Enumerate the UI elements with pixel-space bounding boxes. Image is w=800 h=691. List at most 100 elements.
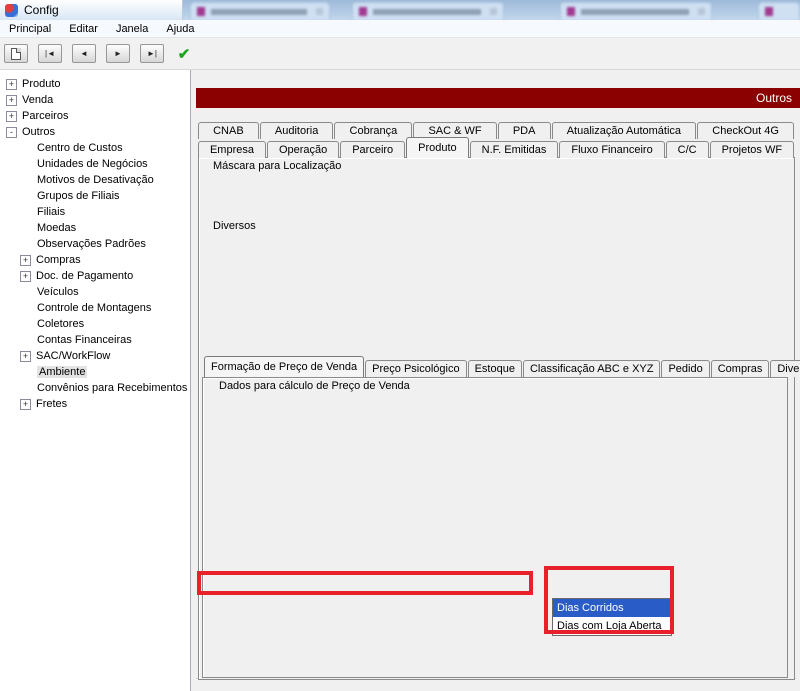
tree-item-label[interactable]: Filiais [37,206,65,218]
menu-bar: Principal Editar Janela Ajuda [0,20,800,38]
tree-item-compras[interactable]: + Compras [0,252,190,268]
tree-item-outros[interactable]: -Outros [0,124,190,140]
tree-item-label[interactable]: Parceiros [22,110,68,122]
expand-icon[interactable]: + [20,255,31,266]
window-title: Config [24,3,59,17]
menu-janela[interactable]: Janela [107,20,157,38]
tree-item-label[interactable]: Doc. de Pagamento [36,270,133,282]
tree-item-unidades-de-negocios[interactable]: Unidades de Negócios [0,156,190,172]
expand-icon[interactable]: + [20,271,31,282]
tab-fluxo-financeiro[interactable]: Fluxo Financeiro [559,141,664,158]
check-icon: ✔ [178,45,191,63]
prior-record-button[interactable]: ◄ [72,44,96,63]
section-header: Outros [196,88,800,108]
expand-icon[interactable]: + [20,399,31,410]
confirm-button[interactable]: ✔ [172,44,196,63]
tree-item-label[interactable]: Ambiente [37,366,87,378]
tree-item-label[interactable]: Veículos [37,286,79,298]
next-record-icon: ► [114,49,122,58]
navigation-tree: + Produto + Venda + Parceiros -Outros Centr… [0,70,191,691]
tree-item-label[interactable]: Outros [22,126,55,138]
inner-tab-row: Formação de Preço de Venda Preço Psicoló… [204,356,800,377]
tree-item-label[interactable]: Motivos de Desativação [37,174,154,186]
tree-item-label[interactable]: Fretes [36,398,67,410]
tree-item-filiais[interactable]: Filiais [0,204,190,220]
tree-item-label[interactable]: Moedas [37,222,76,234]
expand-icon[interactable]: + [6,79,17,90]
tab-formacao-preco-venda[interactable]: Formação de Preço de Venda [204,356,364,377]
collapse-icon[interactable]: - [6,127,17,138]
tab-pedido[interactable]: Pedido [661,360,709,377]
tree-item-label[interactable]: Centro de Custos [37,142,123,154]
tab-produto[interactable]: Produto [406,137,468,158]
tab-row-2: Empresa Operação Parceiro Produto N.F. E… [198,136,795,158]
tab-preco-psicologico[interactable]: Preço Psicológico [365,360,466,377]
tree-item-observacoes-padroes[interactable]: Observações Padrões [0,236,190,252]
tree-item-convenios[interactable]: Convênios para Recebimentos c [0,380,190,396]
tree-item-label[interactable]: Coletores [37,318,84,330]
tab-empresa[interactable]: Empresa [198,141,266,158]
diversos-group-title: Diversos [210,220,259,233]
fpv-group-title: Dados para cálculo de Preço de Venda [216,380,413,393]
expand-icon[interactable]: + [6,111,17,122]
expand-icon[interactable]: + [20,351,31,362]
tree-item-label[interactable]: Unidades de Negócios [37,158,148,170]
tab-projetos-wf[interactable]: Projetos WF [710,141,794,158]
tree-item-label[interactable]: Contas Financeiras [37,334,132,346]
tree-item-moedas[interactable]: Moedas [0,220,190,236]
dropdown-option-dias-loja-aberta[interactable]: Dias com Loja Aberta [553,617,671,635]
page-icon [11,48,21,60]
expand-icon[interactable]: + [6,95,17,106]
first-record-button[interactable]: |◄ [38,44,62,63]
tree-item-label[interactable]: Convênios para Recebimentos c [37,382,190,394]
menu-editar[interactable]: Editar [60,20,107,38]
tree-item-label[interactable]: Grupos de Filiais [37,190,120,202]
new-record-button[interactable] [4,44,28,63]
tree-item-veiculos[interactable]: Veículos [0,284,190,300]
tree-item-controle-de-montagens[interactable]: Controle de Montagens [0,300,190,316]
tree-item-produto[interactable]: + Produto [0,76,190,92]
background-browser-tab [190,2,330,20]
tree-item-contas-financeiras[interactable]: Contas Financeiras [0,332,190,348]
tree-item-parceiros[interactable]: + Parceiros [0,108,190,124]
menu-principal[interactable]: Principal [0,20,60,38]
menu-ajuda[interactable]: Ajuda [157,20,203,38]
tree-item-label[interactable]: Observações Padrões [37,238,146,250]
tree-item-centro-de-custos[interactable]: Centro de Custos [0,140,190,156]
tree-item-coletores[interactable]: Coletores [0,316,190,332]
fpv-tab-panel [202,377,788,678]
tree-item-label[interactable]: Venda [22,94,53,106]
tab-operacao[interactable]: Operação [267,141,339,158]
toolbar: |◄ ◄ ► ►| ✔ [0,38,800,70]
tab-classificacao-abc-xyz[interactable]: Classificação ABC e XYZ [523,360,661,377]
tree-item-motivos-de-desativacao[interactable]: Motivos de Desativação [0,172,190,188]
tree-item-venda[interactable]: + Venda [0,92,190,108]
tree-item-ambiente[interactable]: Ambiente [0,364,190,380]
tree-item-label[interactable]: Controle de Montagens [37,302,151,314]
tab-estoque[interactable]: Estoque [468,360,522,377]
dropdown-option-dias-corridos[interactable]: Dias Corridos [553,599,671,617]
background-browser-tab [352,2,504,20]
tab-cc[interactable]: C/C [666,141,709,158]
first-record-icon: |◄ [45,49,55,58]
mask-group-title: Máscara para Localização [210,160,344,173]
tree-item-fretes[interactable]: + Fretes [0,396,190,412]
tree-item-grupos-de-filiais[interactable]: Grupos de Filiais [0,188,190,204]
background-browser-tab [560,2,712,20]
elasticidade-dropdown-list: Dias Corridos Dias com Loja Aberta [552,598,672,636]
tab-compras-inner[interactable]: Compras [711,360,770,377]
next-record-button[interactable]: ► [106,44,130,63]
tree-item-label[interactable]: Produto [22,78,61,90]
tree-item-label[interactable]: Compras [36,254,81,266]
last-record-icon: ►| [147,49,157,58]
last-record-button[interactable]: ►| [140,44,164,63]
tree-item-sac-workflow[interactable]: + SAC/WorkFlow [0,348,190,364]
tab-parceiro[interactable]: Parceiro [340,141,405,158]
tree-item-label[interactable]: SAC/WorkFlow [36,350,110,362]
background-browser-tab [758,2,800,20]
window-titlebar: Config [0,0,183,20]
prior-record-icon: ◄ [80,49,88,58]
tab-nf-emitidas[interactable]: N.F. Emitidas [470,141,559,158]
tab-diversos-inner[interactable]: Diversos [770,360,800,377]
tree-item-doc-de-pagamento[interactable]: + Doc. de Pagamento [0,268,190,284]
